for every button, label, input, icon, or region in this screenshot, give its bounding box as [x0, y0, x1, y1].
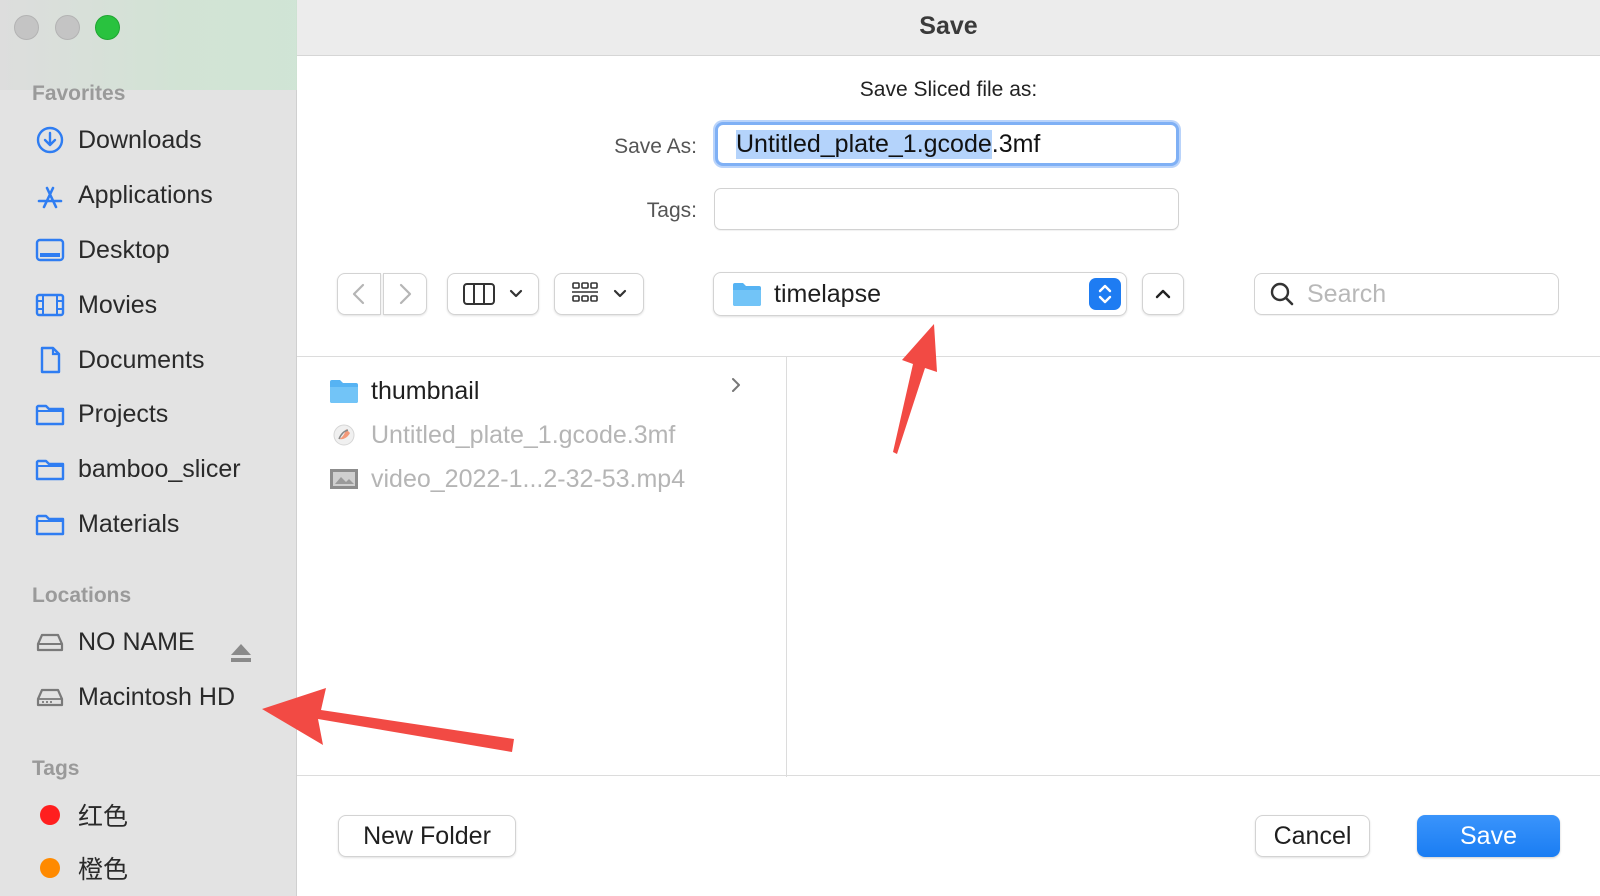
search-field[interactable] — [1254, 273, 1559, 315]
window-title: Save — [919, 12, 978, 40]
file-name: Untitled_plate_1.gcode.3mf — [371, 420, 676, 449]
search-input[interactable] — [1307, 279, 1537, 309]
chevron-right-icon — [399, 283, 412, 305]
columns-view-icon — [463, 283, 495, 305]
save-dialog-window: Favorites Downloads Applications Desktop… — [0, 0, 1600, 896]
sidebar-item-label: Projects — [78, 399, 169, 428]
new-folder-button[interactable]: New Folder — [338, 815, 516, 857]
chevron-right-icon — [732, 378, 740, 392]
location-popup[interactable]: timelapse — [713, 272, 1127, 316]
folder-icon — [329, 376, 359, 406]
forward-button[interactable] — [383, 273, 427, 315]
sidebar-item-tag-orange[interactable]: 橙色 — [34, 848, 284, 888]
back-button[interactable] — [337, 273, 381, 315]
sidebar-header — [0, 0, 297, 90]
drive-icon — [34, 681, 66, 713]
favorites-section-title: Favorites — [32, 82, 126, 105]
folder-icon — [34, 508, 66, 540]
chevron-down-icon — [613, 289, 627, 298]
eject-icon[interactable] — [228, 641, 254, 665]
save-as-selected-text: Untitled_plate_1.gcode — [736, 129, 992, 159]
sidebar-item-materials[interactable]: Materials — [34, 504, 284, 544]
save-dialog-main: Save Save Sliced file as: Save As: Untit… — [297, 0, 1600, 896]
red-tag-dot-icon — [40, 805, 60, 825]
movies-icon — [34, 289, 66, 321]
sidebar-item-label: Movies — [78, 290, 158, 319]
sidebar-item-applications[interactable]: Applications — [34, 175, 284, 215]
search-icon — [1269, 281, 1295, 307]
view-group-button[interactable] — [554, 273, 644, 315]
folder-icon — [34, 453, 66, 485]
list-item[interactable]: Untitled_plate_1.gcode.3mf — [329, 415, 769, 455]
location-label: timelapse — [774, 279, 881, 308]
sidebar-item-projects[interactable]: Projects — [34, 394, 284, 434]
list-item[interactable]: video_2022-1...2-32-53.mp4 — [329, 459, 769, 499]
sidebar-item-documents[interactable]: Documents — [34, 340, 284, 380]
location-stepper-icon — [1089, 278, 1121, 310]
sidebar: Favorites Downloads Applications Desktop… — [0, 0, 297, 896]
sidebar-item-bamboo-slicer[interactable]: bamboo_slicer — [34, 449, 284, 489]
save-as-label: Save As: — [614, 135, 697, 158]
sidebar-item-label: Materials — [78, 509, 180, 538]
chevron-left-icon — [352, 283, 365, 305]
desktop-icon — [34, 234, 66, 266]
chevron-up-icon — [1155, 289, 1171, 299]
column-divider[interactable] — [786, 357, 787, 777]
file-browser: thumbnail Untitled_plate_1.gcode.3mf vid… — [297, 356, 1600, 777]
sidebar-item-label: Applications — [78, 180, 213, 209]
view-columns-button[interactable] — [447, 273, 539, 315]
chevron-down-icon — [509, 289, 523, 298]
tags-label: Tags: — [646, 199, 697, 222]
sidebar-item-desktop[interactable]: Desktop — [34, 230, 284, 270]
sidebar-item-label: Documents — [78, 345, 205, 374]
folder-icon — [732, 281, 762, 307]
tags-section-title: Tags — [32, 757, 80, 780]
sidebar-item-label: Downloads — [78, 125, 202, 154]
list-item[interactable]: thumbnail — [329, 371, 769, 411]
sidebar-item-tag-red[interactable]: 红色 — [34, 795, 284, 835]
downloads-icon — [34, 124, 66, 156]
zoom-window-button[interactable] — [95, 15, 120, 40]
minimize-window-button[interactable] — [55, 15, 80, 40]
locations-section-title: Locations — [32, 584, 132, 607]
close-window-button[interactable] — [14, 15, 39, 40]
document-icon — [34, 344, 66, 376]
save-as-field[interactable]: Untitled_plate_1.gcode .3mf — [715, 122, 1179, 166]
sidebar-item-label: 橙色 — [78, 856, 129, 884]
cancel-button[interactable]: Cancel — [1255, 815, 1370, 857]
sidebar-item-downloads[interactable]: Downloads — [34, 120, 284, 160]
save-prompt: Save Sliced file as: — [859, 78, 1038, 101]
applications-icon — [34, 179, 66, 211]
sidebar-item-macintosh-hd[interactable]: Macintosh HD — [34, 677, 284, 717]
file-name: video_2022-1...2-32-53.mp4 — [371, 464, 686, 493]
file-name: thumbnail — [371, 376, 480, 405]
sidebar-item-movies[interactable]: Movies — [34, 285, 284, 325]
tags-field[interactable] — [714, 188, 1179, 230]
orange-tag-dot-icon — [40, 858, 60, 878]
sidebar-item-label: Desktop — [78, 235, 170, 264]
sidebar-item-label: 红色 — [78, 803, 129, 831]
sidebar-item-label: Macintosh HD — [78, 682, 235, 711]
sidebar-item-label: NO NAME — [78, 627, 195, 656]
save-button[interactable]: Save — [1417, 815, 1560, 857]
grid-view-icon — [572, 282, 598, 302]
sidebar-item-label: bamboo_slicer — [78, 454, 241, 483]
collapse-button[interactable] — [1142, 273, 1184, 315]
title-bar: Save — [297, 0, 1600, 56]
folder-icon — [34, 398, 66, 430]
save-as-extension: .3mf — [991, 129, 1041, 158]
3mf-file-icon — [329, 420, 359, 450]
drive-icon — [34, 626, 66, 658]
video-file-icon — [329, 464, 359, 494]
